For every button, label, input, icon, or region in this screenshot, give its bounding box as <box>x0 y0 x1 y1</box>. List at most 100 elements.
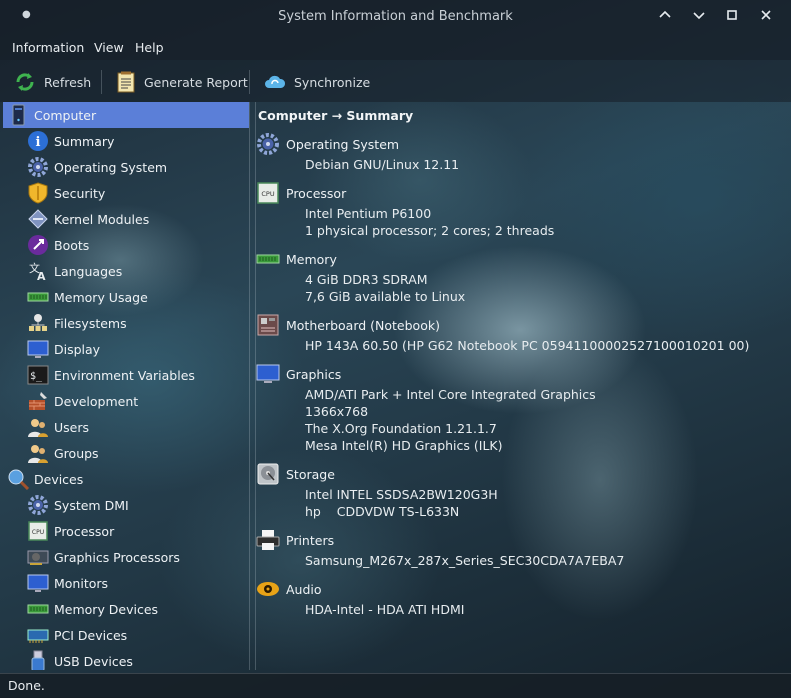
menu-information[interactable]: Information <box>12 40 84 55</box>
sidebar-item-label: Graphics Processors <box>54 549 180 565</box>
refresh-label: Refresh <box>44 74 92 90</box>
sidebar-item-monitors[interactable]: Monitors <box>3 570 249 596</box>
sidebar-item-operating-system[interactable]: Operating System <box>3 154 249 180</box>
sidebar-item-filesystems[interactable]: Filesystems <box>3 310 249 336</box>
sidebar-item-memory-devices[interactable]: Memory Devices <box>3 596 249 622</box>
section-value: The X.Org Foundation 1.21.1.7 <box>305 421 497 436</box>
toolbar: Refresh Generate Report Synchronize <box>0 60 791 102</box>
title-bar[interactable]: ● System Information and Benchmark <box>0 0 791 34</box>
sidebar-item-label: Display <box>54 341 101 357</box>
shield-icon <box>28 182 48 204</box>
sidebar-item-label: Boots <box>54 237 90 253</box>
refresh-button[interactable]: Refresh <box>14 70 91 94</box>
language-icon: 文A <box>29 261 46 282</box>
gear-icon <box>257 133 279 155</box>
sidebar-item-system-dmi[interactable]: System DMI <box>3 492 249 518</box>
minimize-button[interactable] <box>688 6 710 28</box>
filesystem-icon <box>29 314 47 331</box>
shade-button[interactable] <box>654 6 676 28</box>
section-title: Storage <box>286 466 335 482</box>
sidebar-item-label: Operating System <box>54 159 168 175</box>
sidebar-item-usb-devices[interactable]: USB Devices <box>3 648 249 670</box>
menu-bar: Information View Help <box>0 34 791 60</box>
status-text: Done. <box>8 678 45 693</box>
section-storage: Storage <box>256 462 335 486</box>
synchronize-button[interactable]: Synchronize <box>264 70 370 94</box>
motherboard-icon <box>257 314 279 336</box>
section-motherboard: Motherboard (Notebook) <box>256 313 440 337</box>
pci-card-icon <box>27 629 49 643</box>
computer-tower-icon <box>12 104 25 126</box>
sidebar-item-memory-usage[interactable]: Memory Usage <box>3 284 249 310</box>
menu-view[interactable]: View <box>94 40 124 55</box>
square-icon <box>727 10 737 20</box>
module-icon <box>28 209 48 229</box>
sidebar-item-label: Development <box>54 393 139 409</box>
sidebar-item-label: Environment Variables <box>54 367 195 383</box>
sidebar-item-label: Security <box>54 185 106 201</box>
sidebar-item-groups[interactable]: Groups <box>3 440 249 466</box>
section-value: AMD/ATI Park + Intel Core Integrated Gra… <box>305 387 596 402</box>
sidebar-item-label: Filesystems <box>54 315 127 331</box>
sidebar-item-computer[interactable]: Computer <box>3 102 249 128</box>
rocket-icon <box>28 235 48 255</box>
section-value: Intel INTEL SSDSA2BW120G3H <box>305 487 498 502</box>
users-icon <box>28 419 48 437</box>
development-icon <box>29 392 47 410</box>
close-button[interactable] <box>755 6 777 28</box>
section-value: 1 physical processor; 2 cores; 2 threads <box>305 223 555 238</box>
gear-icon <box>28 157 48 177</box>
section-audio: Audio <box>256 577 322 601</box>
sidebar-item-security[interactable]: Security <box>3 180 249 206</box>
sidebar-item-boots[interactable]: Boots <box>3 232 249 258</box>
summary-panel: Computer → Summary Operating System Debi… <box>255 102 791 670</box>
section-value: Mesa Intel(R) HD Graphics (ILK) <box>305 438 503 453</box>
section-title: Motherboard (Notebook) <box>286 317 440 333</box>
sidebar-item-label: Groups <box>54 445 99 461</box>
svg-text:CPU: CPU <box>32 529 44 536</box>
sidebar-item-development[interactable]: Development <box>3 388 249 414</box>
section-title: Operating System <box>286 136 400 152</box>
sidebar-item-graphics-processors[interactable]: Graphics Processors <box>3 544 249 570</box>
close-icon <box>761 10 771 20</box>
sidebar-item-kernel-modules[interactable]: Kernel Modules <box>3 206 249 232</box>
sidebar-item-summary[interactable]: i Summary <box>3 128 249 154</box>
section-value: HDA-Intel - HDA ATI HDMI <box>305 602 465 617</box>
section-title: Graphics <box>286 366 342 382</box>
hard-disk-icon <box>257 463 279 485</box>
monitor-icon <box>27 574 49 592</box>
sidebar-item-languages[interactable]: 文A Languages <box>3 258 249 284</box>
svg-text:A: A <box>37 270 46 282</box>
section-value: hp CDDVDW TS-L633N <box>305 504 460 519</box>
section-title: Audio <box>286 581 322 597</box>
generate-report-label: Generate Report <box>144 74 248 90</box>
sidebar-item-environment-variables[interactable]: $_ Environment Variables <box>3 362 249 388</box>
synchronize-label: Synchronize <box>294 74 371 90</box>
info-icon: i <box>28 131 48 151</box>
sidebar-item-pci-devices[interactable]: PCI Devices <box>3 622 249 648</box>
sidebar-item-label: Kernel Modules <box>54 211 150 227</box>
sidebar-item-label: USB Devices <box>54 653 133 669</box>
status-bar: Done. <box>0 673 791 698</box>
section-processor: CPU Processor <box>256 181 346 205</box>
sidebar-item-label: Devices <box>34 471 84 487</box>
menu-help[interactable]: Help <box>135 40 164 55</box>
terminal-icon: $_ <box>27 365 49 385</box>
sidebar-item-label: Computer <box>34 107 97 123</box>
sidebar-item-label: Processor <box>54 523 115 539</box>
chevron-down-icon <box>693 12 705 20</box>
generate-report-button[interactable]: Generate Report <box>116 70 248 94</box>
sidebar-item-label: PCI Devices <box>54 627 128 643</box>
sidebar-item-processor[interactable]: CPU Processor <box>3 518 249 544</box>
usb-icon <box>31 650 45 670</box>
sidebar-item-users[interactable]: Users <box>3 414 249 440</box>
graphics-card-icon <box>27 550 49 565</box>
section-memory: Memory <box>256 247 337 271</box>
section-value: HP 143A 60.50 (HP G62 Notebook PC 059411… <box>305 338 750 353</box>
maximize-button[interactable] <box>721 6 743 28</box>
sidebar-item-devices[interactable]: Devices <box>3 466 249 492</box>
sidebar-item-display[interactable]: Display <box>3 336 249 362</box>
section-value: Intel Pentium P6100 <box>305 206 432 221</box>
monitor-icon <box>256 364 280 383</box>
audio-icon <box>257 582 279 596</box>
